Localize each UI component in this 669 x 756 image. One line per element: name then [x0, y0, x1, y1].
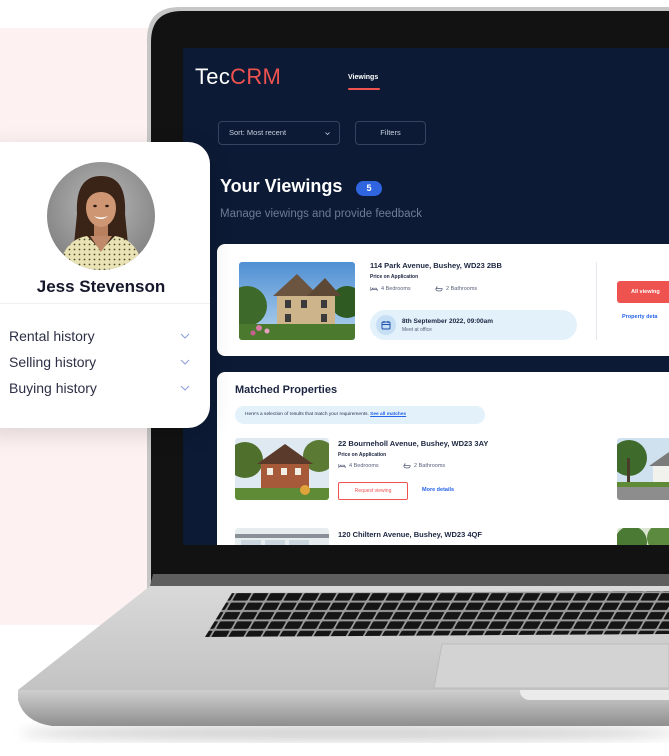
matched-property-photo[interactable]: [617, 438, 669, 500]
hinge: [150, 574, 669, 586]
bath-icon: [435, 286, 443, 292]
nav-viewings-tab[interactable]: Viewings: [348, 74, 378, 81]
matched-properties-title: Matched Properties: [235, 384, 338, 396]
viewing-price: Price on Application: [370, 274, 419, 280]
matched-property-address[interactable]: 120 Chiltern Avenue, Bushey, WD23 4QF: [338, 530, 482, 539]
rental-history-label: Rental history: [9, 328, 95, 344]
see-all-matches-link[interactable]: See all matches: [370, 412, 406, 417]
property-details-link[interactable]: Property deta: [622, 314, 657, 320]
rental-history-item[interactable]: Rental history: [9, 327, 199, 345]
viewing-bedrooms: 4 Bedrooms: [381, 286, 411, 292]
keyboard: [205, 591, 669, 637]
avatar: [47, 162, 155, 270]
page-subtitle: Manage viewings and provide feedback: [220, 208, 423, 220]
viewing-date: 8th September 2022, 09:00am: [402, 318, 494, 325]
viewings-count-badge: 5: [356, 181, 382, 196]
crm-screen: TecCRM Viewings Sort: Most recent Filter…: [183, 48, 669, 545]
sort-dropdown[interactable]: Sort: Most recent: [218, 121, 340, 145]
profile-card: Jess Stevenson Rental history Selling hi…: [0, 142, 210, 428]
request-viewing-button[interactable]: Request viewing: [338, 482, 408, 500]
chevron-down-icon[interactable]: [180, 359, 190, 365]
viewing-bathrooms: 2 Bathrooms: [446, 286, 478, 292]
logo-text-crm: CRM: [230, 64, 282, 89]
buying-history-label: Buying history: [9, 380, 97, 396]
front-lip-notch: [520, 690, 669, 700]
chevron-down-icon[interactable]: [180, 385, 190, 391]
selling-history-item[interactable]: Selling history: [9, 353, 199, 371]
matched-property-bedrooms: 4 Bedrooms: [349, 463, 379, 469]
matched-property-address[interactable]: 22 Bourneholl Avenue, Bushey, WD23 3AY: [338, 439, 488, 448]
house-photo-image: [235, 528, 329, 545]
buying-history-item[interactable]: Buying history: [9, 379, 199, 397]
page-title: Your Viewings: [220, 176, 343, 196]
profile-name: Jess Stevenson: [36, 277, 166, 296]
nav-active-indicator: [348, 88, 380, 90]
matched-property-photo[interactable]: [235, 438, 329, 500]
portrait-photo: [47, 162, 155, 270]
matched-intro-text: Here's a selection of results that match…: [245, 412, 369, 417]
filters-button[interactable]: Filters: [355, 121, 426, 145]
chevron-down-icon: [325, 132, 330, 135]
property-photo[interactable]: [239, 262, 355, 340]
matched-property-bathrooms: 2 Bathrooms: [414, 463, 446, 469]
viewing-address[interactable]: 114 Park Avenue, Bushey, WD23 2BB: [370, 261, 502, 270]
logo-text-tec: Tec: [195, 64, 231, 89]
matched-property-photo[interactable]: [617, 528, 669, 545]
all-viewings-button[interactable]: All viewing: [617, 281, 669, 303]
house-photo-image: [617, 438, 669, 500]
trackpad: [433, 643, 669, 689]
tec-crm-logo[interactable]: TecCRM: [195, 64, 281, 90]
matched-property-price: Price on Application: [338, 452, 387, 458]
selling-history-label: Selling history: [9, 354, 97, 370]
bath-icon: [403, 463, 411, 469]
house-photo-image: [235, 438, 329, 500]
matched-intro-pill: Here's a selection of results that match…: [235, 406, 485, 424]
bed-icon: [370, 287, 378, 291]
profile-divider: [0, 303, 210, 304]
card-divider: [596, 262, 597, 340]
viewing-card: 114 Park Avenue, Bushey, WD23 2BB Price …: [217, 244, 669, 356]
viewing-date-pill: 8th September 2022, 09:00am Meet at offi…: [370, 310, 577, 340]
house-photo-image: [617, 528, 669, 545]
bed-icon: [338, 464, 346, 468]
matched-properties-card: Matched Properties Here's a selection of…: [217, 372, 669, 545]
viewing-location: Meet at office: [402, 327, 432, 333]
laptop-shadow: [20, 725, 669, 741]
house-photo-image: [239, 262, 355, 340]
more-details-link[interactable]: More details: [422, 487, 454, 493]
chevron-down-icon[interactable]: [180, 333, 190, 339]
calendar-icon-badge: [376, 315, 396, 335]
calendar-icon: [381, 321, 391, 330]
sort-dropdown-label: Sort: Most recent: [229, 128, 287, 137]
matched-property-photo[interactable]: [235, 528, 329, 545]
